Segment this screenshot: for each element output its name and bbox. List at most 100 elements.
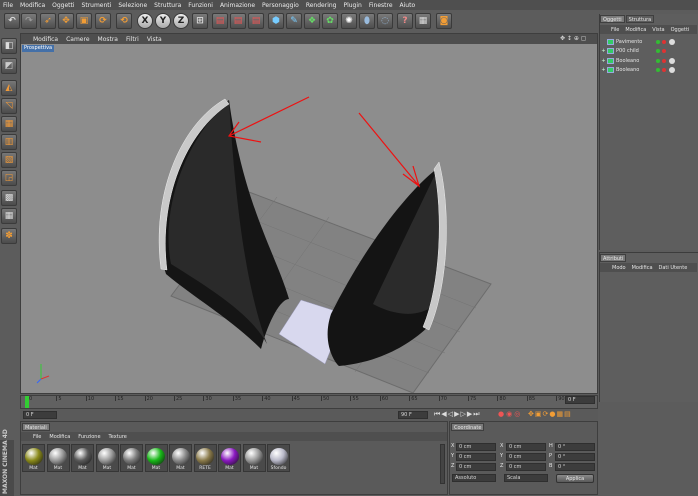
object-name[interactable]: P00 child: [616, 48, 650, 54]
coordinate-system-icon[interactable]: ⊞: [192, 13, 208, 29]
visibility-dots[interactable]: [656, 49, 666, 53]
coord-size-field[interactable]: 0 cm: [506, 463, 546, 471]
viewport-menu-item[interactable]: Filtri: [126, 36, 139, 43]
nurbs-icon[interactable]: ❖: [304, 13, 320, 29]
material-label[interactable]: Mat: [225, 466, 233, 471]
object-menu-item[interactable]: Oggetti: [671, 27, 690, 33]
menu-item[interactable]: Animazione: [220, 2, 255, 9]
material-label[interactable]: Mat: [103, 466, 111, 471]
menu-item[interactable]: Strumenti: [82, 2, 112, 9]
viewport-menu-item[interactable]: Modifica: [33, 36, 58, 43]
viewport-menu-item[interactable]: Vista: [147, 36, 162, 43]
visibility-dots[interactable]: [656, 39, 666, 44]
material-swatch[interactable]: Mat: [169, 444, 192, 472]
viewport-menu-item[interactable]: Camere: [66, 36, 89, 43]
material-menu-item[interactable]: Texture: [109, 434, 127, 440]
live-select-icon[interactable]: ➶: [40, 13, 56, 29]
object-mode-icon[interactable]: ◩: [1, 58, 17, 74]
rotate-icon[interactable]: ⟳: [95, 13, 111, 29]
material-swatch[interactable]: RETE: [193, 444, 217, 472]
editor-visibility-dot[interactable]: [656, 58, 660, 63]
x-axis-lock-button[interactable]: X: [137, 13, 153, 29]
timeline[interactable]: 0 5 10 15 20 25 30 35 40 45 50 55 60 65 70 75 80 85 90: [20, 395, 598, 409]
menu-item[interactable]: Selezione: [118, 2, 147, 9]
record-icon[interactable]: ◙: [436, 13, 452, 29]
scale-icon[interactable]: ▣: [76, 13, 92, 29]
material-scrollbar[interactable]: [440, 444, 445, 484]
material-label[interactable]: Sfondo: [271, 466, 287, 471]
menu-item[interactable]: Personaggio: [262, 2, 299, 9]
y-axis-lock-button[interactable]: Y: [155, 13, 171, 29]
render-visibility-dot[interactable]: [662, 58, 666, 63]
editor-visibility-dot[interactable]: [656, 49, 660, 53]
material-label[interactable]: Mat: [176, 466, 184, 471]
object-row[interactable]: + Booleano: [600, 56, 697, 65]
texture-mode-icon[interactable]: ▥: [1, 134, 17, 150]
environment-icon[interactable]: ◌: [377, 13, 393, 29]
menu-item[interactable]: Aiuto: [400, 2, 416, 9]
material-swatch[interactable]: Mat: [242, 444, 266, 472]
recent-tool-icon[interactable]: ⟲: [116, 13, 132, 29]
render-settings-icon[interactable]: ▤: [248, 13, 264, 29]
material-swatch[interactable]: Mat: [22, 444, 45, 472]
undo-icon[interactable]: ↶: [4, 13, 20, 29]
material-menu-item[interactable]: File: [33, 434, 41, 440]
camera-icon[interactable]: ?: [397, 13, 413, 29]
object-menu-item[interactable]: Modifica: [625, 27, 646, 33]
material-tag-icon[interactable]: [669, 38, 675, 45]
scene-light-icon[interactable]: ✺: [341, 13, 357, 29]
expand-toggle[interactable]: +: [600, 48, 607, 54]
material-label[interactable]: Mat: [127, 466, 135, 471]
z-axis-lock-button[interactable]: Z: [173, 13, 189, 29]
material-swatch[interactable]: Sfondo: [267, 444, 290, 472]
attributes-menu-item[interactable]: Dati Utente: [659, 265, 688, 271]
material-swatch[interactable]: Mat: [120, 444, 143, 472]
object-name[interactable]: Booleano: [616, 67, 650, 73]
material-tag-icon[interactable]: [669, 57, 675, 64]
expand-toggle[interactable]: +: [600, 67, 607, 73]
current-frame-field[interactable]: 0 F: [565, 396, 595, 404]
playback-controls[interactable]: ⏮◀◁▶▷▶⏭: [434, 410, 481, 419]
coord-position-field[interactable]: 0 cm: [456, 463, 496, 471]
editor-visibility-dot[interactable]: [656, 68, 660, 72]
end-frame-field[interactable]: 90 F: [398, 411, 428, 419]
edge-mode-icon[interactable]: ◹: [1, 98, 17, 114]
object-menu-item[interactable]: Vista: [652, 27, 664, 33]
attributes-menu-item[interactable]: Modo: [612, 265, 626, 271]
coord-rotation-field[interactable]: 0 °: [555, 463, 595, 471]
material-label[interactable]: RETE: [199, 466, 211, 471]
object-name[interactable]: Pavimento: [616, 39, 650, 45]
render-visibility-dot[interactable]: [662, 39, 666, 44]
object-menu-item[interactable]: File: [611, 27, 619, 33]
redo-icon[interactable]: ↷: [21, 13, 37, 29]
tab-oggetti[interactable]: Oggetti: [600, 15, 625, 23]
material-swatch[interactable]: Mat: [144, 444, 168, 472]
viewport-menu-item[interactable]: Mostra: [98, 36, 118, 43]
render-picture-viewer-icon[interactable]: ▤: [230, 13, 246, 29]
coord-mode-select[interactable]: Assoluto: [452, 474, 496, 482]
paint-mode-icon[interactable]: ▩: [1, 190, 17, 206]
object-row[interactable]: Pavimento: [600, 37, 697, 46]
tweak-mode-icon[interactable]: ◲: [1, 170, 17, 186]
coord-position-field[interactable]: 0 cm: [456, 453, 496, 461]
render-view-icon[interactable]: ▤: [212, 13, 228, 29]
visibility-dots[interactable]: [656, 58, 666, 63]
tab-coordinate[interactable]: Coordinate: [451, 423, 485, 431]
material-tag-icon[interactable]: [669, 67, 675, 73]
menu-item[interactable]: Rendering: [306, 2, 337, 9]
object-row[interactable]: + Booleano: [600, 66, 697, 75]
material-swatch[interactable]: Mat: [46, 444, 70, 472]
coord-rotation-field[interactable]: 0 °: [555, 443, 595, 451]
spline-pen-icon[interactable]: ✎: [286, 13, 302, 29]
tab-attributi[interactable]: Attributi: [600, 254, 627, 262]
key-controls[interactable]: ✥▣⟳●▦▤: [528, 410, 572, 418]
viewport-nav-icons[interactable]: ✥ ↕ ⊕ ▢: [560, 35, 586, 42]
point-mode-icon[interactable]: ◭: [1, 80, 17, 96]
material-swatch[interactable]: Mat: [71, 444, 94, 472]
material-swatch[interactable]: Mat: [218, 444, 241, 472]
attributes-menu-item[interactable]: Modifica: [632, 265, 653, 271]
material-menu-item[interactable]: Funzione: [78, 434, 100, 440]
polygon-mode-icon[interactable]: ▦: [1, 116, 17, 132]
axis-mode-icon[interactable]: ▧: [1, 152, 17, 168]
menu-item[interactable]: Oggetti: [52, 2, 74, 9]
